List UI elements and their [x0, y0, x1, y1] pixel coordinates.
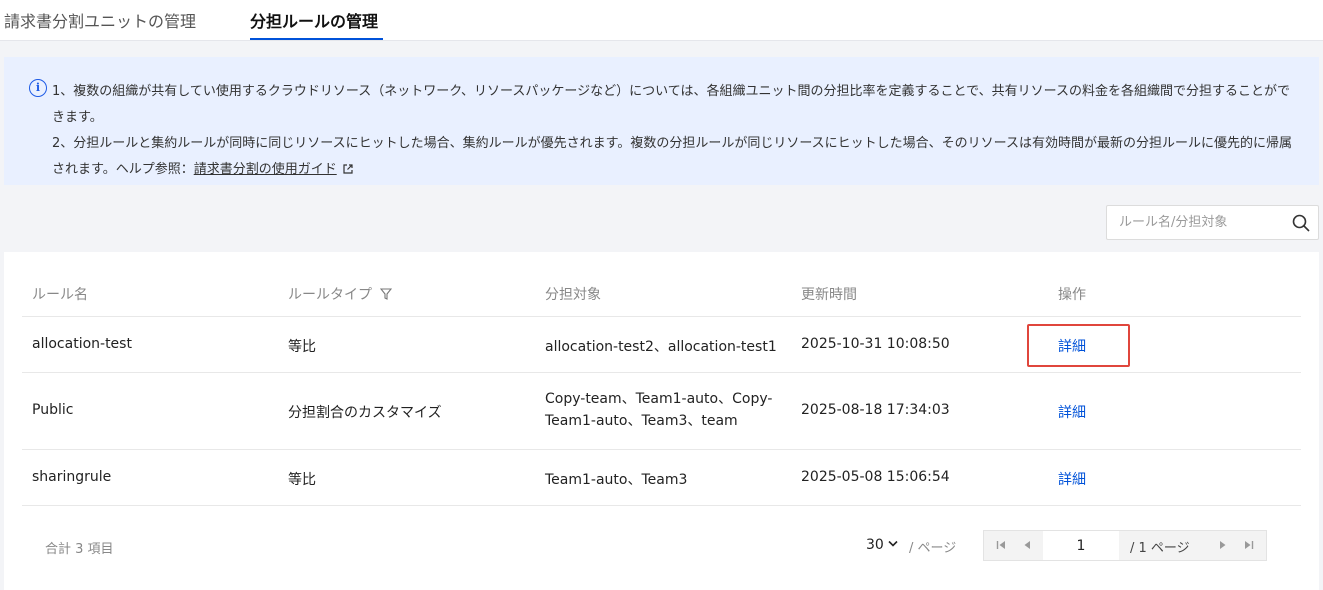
- search-box: [1106, 205, 1319, 240]
- next-page-icon: [1220, 541, 1226, 549]
- row-divider: [22, 372, 1301, 373]
- header-updated: 更新時間: [801, 287, 857, 303]
- tab-bar: 請求書分割ユニットの管理 分担ルールの管理: [0, 0, 1323, 41]
- row-3-details-link[interactable]: 詳細: [1058, 469, 1086, 489]
- page-total: / 1 ページ: [1130, 541, 1190, 556]
- header-divider: [22, 316, 1301, 317]
- external-link-icon[interactable]: [343, 164, 353, 174]
- row-3-targets: Team1-auto、Team3: [545, 472, 688, 488]
- row-1-name: allocation-test: [32, 336, 132, 352]
- tab-allocation-rules[interactable]: 分担ルールの管理: [250, 12, 378, 32]
- page-size-value: 30: [866, 537, 884, 553]
- row-2-updated: 2025-08-18 17:34:03: [801, 402, 950, 418]
- tab-invoice-split-units[interactable]: 請求書分割ユニットの管理: [4, 12, 196, 32]
- rules-table-card: ルール名 ルールタイプ 分担対象 更新時間 操作 allocation-test…: [4, 252, 1319, 590]
- info-notice: i 1、複数の組織が共有してい使用するクラウドリソース（ネットワーク、リソースパ…: [4, 57, 1319, 185]
- highlight-frame: [1027, 324, 1130, 367]
- row-2-targets: Copy-team、Team1-auto、Copy-Team1-auto、Tea…: [545, 391, 773, 429]
- notice-line-1: 1、複数の組織が共有してい使用するクラウドリソース（ネットワーク、リソースパッケ…: [52, 84, 1290, 125]
- row-3-type: 等比: [288, 472, 316, 488]
- chevron-down-icon: [888, 540, 898, 547]
- row-1-updated: 2025-10-31 10:08:50: [801, 336, 950, 352]
- pagination: / 1 ページ: [983, 530, 1267, 561]
- info-icon: i: [29, 79, 47, 97]
- page-size-select[interactable]: 30: [866, 537, 898, 553]
- row-2-type: 分担割合のカスタマイズ: [288, 405, 442, 421]
- notice-line-2: 2、分担ルールと集約ルールが同時に同じリソースにヒットした場合、集約ルールが優先…: [52, 131, 1293, 183]
- page-number-input[interactable]: [1043, 531, 1119, 560]
- page-size-unit: / ページ: [909, 541, 957, 556]
- last-page-button[interactable]: [1236, 531, 1262, 560]
- row-divider: [22, 505, 1301, 506]
- row-1-type: 等比: [288, 339, 316, 355]
- header-rule-name: ルール名: [32, 287, 88, 303]
- next-page-button[interactable]: [1210, 531, 1236, 560]
- row-3-updated: 2025-05-08 15:06:54: [801, 469, 950, 485]
- search-input[interactable]: [1107, 206, 1287, 239]
- header-rule-type: ルールタイプ: [288, 284, 392, 304]
- header-actions: 操作: [1058, 287, 1086, 303]
- total-count: 合計 3 項目: [45, 542, 114, 557]
- last-page-icon: [1245, 541, 1254, 549]
- filter-icon[interactable]: [380, 288, 392, 300]
- header-targets: 分担対象: [545, 287, 601, 303]
- row-2-details-link[interactable]: 詳細: [1058, 402, 1086, 422]
- first-page-button[interactable]: [988, 531, 1014, 560]
- search-icon[interactable]: [1292, 214, 1310, 232]
- prev-page-icon: [1024, 541, 1030, 549]
- row-2-name: Public: [32, 402, 74, 418]
- row-divider: [22, 449, 1301, 450]
- row-1-targets: allocation-test2、allocation-test1: [545, 339, 777, 355]
- row-3-name: sharingrule: [32, 469, 112, 485]
- header-rule-type-label: ルールタイプ: [288, 287, 372, 303]
- usage-guide-link[interactable]: 請求書分割の使用ガイド: [194, 162, 337, 177]
- active-tab-indicator: [250, 38, 383, 40]
- first-page-icon: [996, 541, 1005, 549]
- prev-page-button[interactable]: [1014, 531, 1040, 560]
